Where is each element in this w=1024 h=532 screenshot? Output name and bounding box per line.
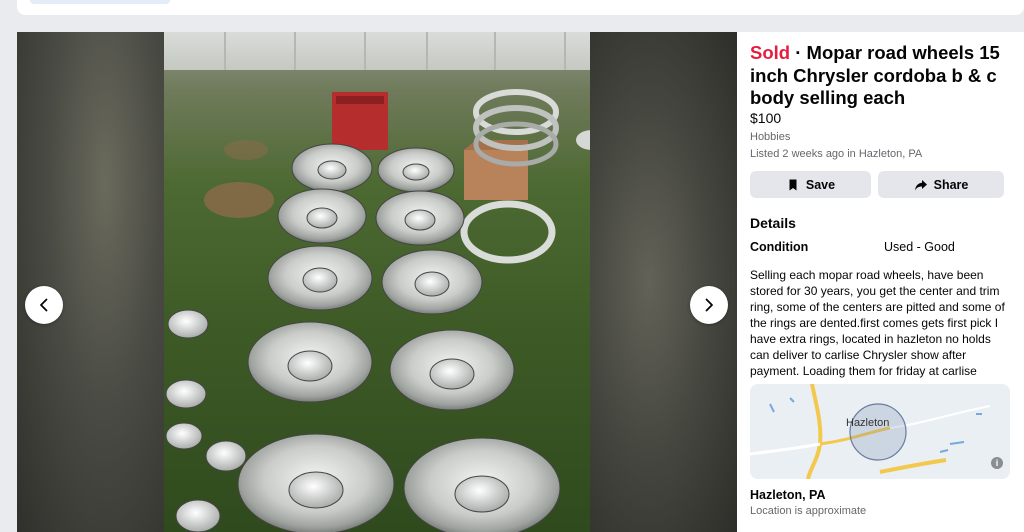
listing-title: Sold · Mopar road wheels 15 inch Chrysle…: [750, 42, 1000, 108]
photo-fence: [164, 32, 590, 70]
bookmark-icon: [789, 179, 797, 190]
sold-label: Sold: [750, 42, 791, 63]
location-name: Hazleton, PA: [750, 488, 826, 502]
location-note: Location is approximate: [750, 505, 867, 517]
details-heading: Details: [750, 215, 796, 231]
map-info-icon[interactable]: i: [991, 457, 1003, 469]
next-photo-button[interactable]: [690, 286, 728, 324]
listing-info: Sold · Mopar road wheels 15 inch Chrysle…: [750, 32, 1012, 532]
share-arrow-icon: [914, 179, 927, 190]
map-roads: [750, 384, 1010, 479]
chevron-left-icon: [40, 298, 48, 312]
listing-photo: [164, 32, 590, 532]
listing-listed-time: Listed 2 weeks ago in Hazleton, PA: [750, 148, 923, 160]
photo-blur-left: [17, 32, 164, 532]
photo-wheels-illustration: [165, 89, 590, 532]
condition-label: Condition: [750, 240, 809, 254]
listing-category[interactable]: Hobbies: [750, 131, 790, 143]
photo-viewer: [17, 32, 737, 532]
top-tab-stub[interactable]: [30, 0, 170, 4]
photo-dirt-patch: [204, 182, 274, 218]
condition-value: Used - Good: [884, 240, 955, 254]
chevron-right-icon: [705, 298, 713, 312]
listing-description: Selling each mopar road wheels, have bee…: [750, 268, 1005, 378]
share-button[interactable]: Share: [878, 171, 1004, 198]
location-map[interactable]: Hazleton i: [750, 384, 1010, 479]
share-button-label: Share: [933, 177, 969, 192]
listing-price: $100: [750, 110, 782, 126]
save-button-label: Save: [805, 177, 836, 192]
previous-photo-button[interactable]: [25, 286, 63, 324]
save-button[interactable]: Save: [750, 171, 871, 198]
photo-dirt-patch: [224, 140, 268, 160]
map-city-label: Hazleton: [846, 417, 890, 429]
photo-blur-right: [590, 32, 737, 532]
top-bar: [17, 0, 1024, 15]
